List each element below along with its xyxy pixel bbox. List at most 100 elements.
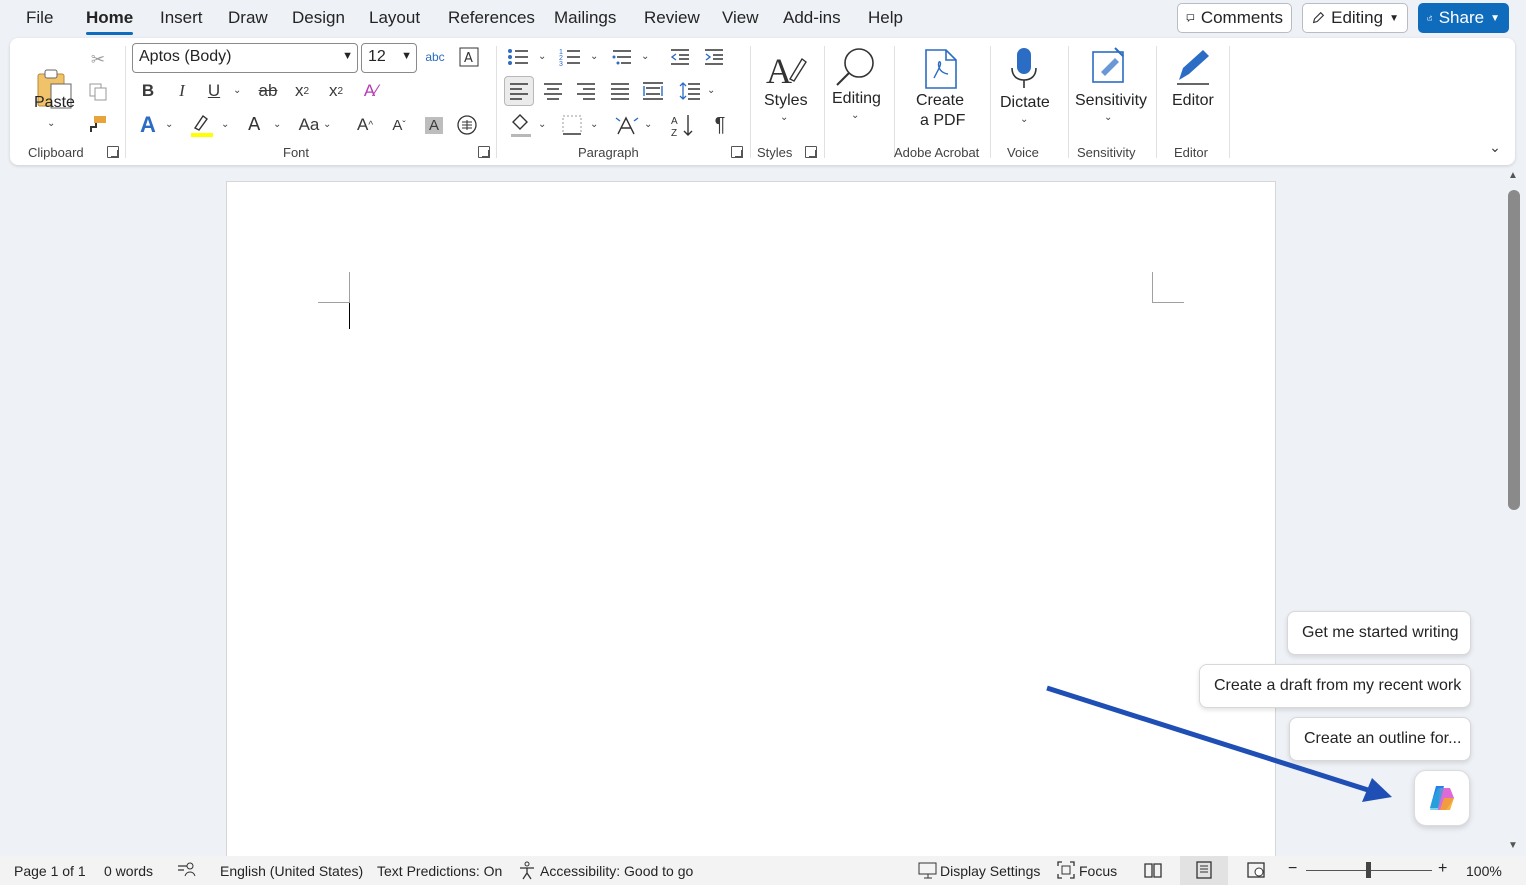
tab-insert[interactable]: Insert <box>160 8 203 28</box>
chevron-down-icon[interactable]: ⌄ <box>707 85 715 96</box>
underline-icon[interactable]: U <box>202 78 226 104</box>
find-magnifier-icon[interactable] <box>830 42 882 92</box>
language-status[interactable]: English (United States) <box>220 863 363 879</box>
chevron-down-icon[interactable]: ⌄ <box>1020 114 1028 125</box>
align-right-icon[interactable] <box>574 78 598 104</box>
chevron-down-icon[interactable]: ⌄ <box>323 119 331 130</box>
sensitivity-icon[interactable] <box>1086 44 1132 88</box>
font-name-combo[interactable]: Aptos (Body) ▼ <box>132 43 358 73</box>
grow-font-icon[interactable]: A ^ <box>352 112 378 138</box>
shrink-font-icon[interactable]: Aˇ <box>386 112 412 138</box>
tab-add-ins[interactable]: Add-ins <box>783 8 841 28</box>
chevron-down-icon[interactable]: ⌄ <box>165 119 173 130</box>
clipboard-launcher-icon[interactable] <box>107 146 119 158</box>
character-shading-icon[interactable]: A <box>422 112 446 138</box>
chevron-down-icon[interactable]: ⌄ <box>47 118 55 129</box>
bullets-icon[interactable] <box>506 44 530 70</box>
ribbon-collapse-chevron-icon[interactable]: ⌄ <box>1484 136 1506 158</box>
chevron-down-icon[interactable]: ⌄ <box>780 112 788 123</box>
enclose-characters-icon[interactable] <box>454 112 480 138</box>
chevron-down-icon[interactable]: ⌄ <box>538 119 546 130</box>
superscript-icon[interactable]: x2 <box>324 78 348 104</box>
cut-icon[interactable]: ✂ <box>86 48 110 72</box>
strikethrough-icon[interactable]: ab <box>254 78 282 104</box>
sort-icon[interactable]: AZ <box>670 112 696 138</box>
read-mode-icon[interactable] <box>1143 860 1163 880</box>
styles-launcher-icon[interactable] <box>805 146 817 158</box>
zoom-out-icon[interactable]: − <box>1288 860 1297 878</box>
create-pdf-icon[interactable] <box>918 46 964 92</box>
increase-indent-icon[interactable] <box>702 44 726 70</box>
decrease-indent-icon[interactable] <box>668 44 692 70</box>
multilevel-list-icon[interactable] <box>610 44 634 70</box>
chevron-down-icon[interactable]: ⌄ <box>590 119 598 130</box>
scroll-up-arrow-icon[interactable]: ▲ <box>1506 168 1520 182</box>
copy-icon[interactable] <box>86 80 110 104</box>
word-count[interactable]: 0 words <box>104 863 153 879</box>
tab-view[interactable]: View <box>722 8 759 28</box>
chevron-down-icon[interactable]: ⌄ <box>590 51 598 62</box>
editor-pen-icon[interactable] <box>1170 44 1216 88</box>
chevron-down-icon[interactable]: ⌄ <box>851 110 859 121</box>
tab-draw[interactable]: Draw <box>228 8 268 28</box>
proofing-icon[interactable] <box>176 860 196 880</box>
tab-review[interactable]: Review <box>644 8 700 28</box>
borders-icon[interactable] <box>560 112 584 138</box>
clear-formatting-box-icon[interactable]: A <box>456 44 482 70</box>
shading-icon[interactable] <box>508 110 534 140</box>
bold-icon[interactable]: B <box>136 78 160 104</box>
text-effects-icon[interactable]: A <box>134 112 162 138</box>
justify-icon[interactable] <box>608 78 632 104</box>
highlight-color-icon[interactable] <box>188 110 216 140</box>
editing-mode-button[interactable]: Editing ▼ <box>1302 3 1408 33</box>
tab-help[interactable]: Help <box>868 8 903 28</box>
italic-icon[interactable]: I <box>170 78 194 104</box>
comments-button[interactable]: Comments <box>1177 3 1292 33</box>
align-center-icon[interactable] <box>541 78 565 104</box>
tab-layout[interactable]: Layout <box>369 8 420 28</box>
chevron-down-icon[interactable]: ⌄ <box>221 119 229 130</box>
chevron-down-icon[interactable]: ⌄ <box>538 51 546 62</box>
share-button[interactable]: Share ▼ <box>1418 3 1509 33</box>
chevron-down-icon[interactable]: ⌄ <box>641 51 649 62</box>
tab-file[interactable]: File <box>26 8 53 28</box>
zoom-slider-thumb[interactable] <box>1366 862 1371 878</box>
paragraph-launcher-icon[interactable] <box>731 146 743 158</box>
accessibility-status[interactable]: Accessibility: Good to go <box>540 863 693 879</box>
chevron-down-icon[interactable]: ⌄ <box>233 85 241 96</box>
font-color-icon[interactable]: A <box>242 110 268 140</box>
tab-references[interactable]: References <box>448 8 535 28</box>
clear-all-formatting-icon[interactable]: A⁄ <box>358 78 384 104</box>
tab-home[interactable]: Home <box>86 8 134 35</box>
format-painter-icon[interactable] <box>86 112 110 136</box>
chevron-down-icon[interactable]: ⌄ <box>644 119 652 130</box>
zoom-in-icon[interactable]: + <box>1438 860 1447 878</box>
asian-layout-icon[interactable] <box>614 112 640 138</box>
web-layout-icon[interactable] <box>1246 860 1266 880</box>
font-size-combo[interactable]: 12 ▼ <box>361 43 417 73</box>
distributed-icon[interactable] <box>641 78 665 104</box>
line-spacing-icon[interactable] <box>678 78 702 104</box>
change-case-icon[interactable]: Aa <box>294 112 324 138</box>
tab-design[interactable]: Design <box>292 8 345 28</box>
editor-label[interactable]: Editor <box>1172 91 1214 111</box>
text-predictions-status[interactable]: Text Predictions: On <box>377 863 502 879</box>
scrollbar-thumb[interactable] <box>1508 190 1520 510</box>
change-case-abc-icon[interactable]: abc <box>422 44 448 70</box>
zoom-level[interactable]: 100% <box>1466 863 1502 879</box>
page-count[interactable]: Page 1 of 1 <box>14 863 86 879</box>
microphone-icon[interactable] <box>1006 44 1042 92</box>
sensitivity-label[interactable]: Sensitivity <box>1075 91 1147 111</box>
styles-icon[interactable]: A <box>758 44 814 94</box>
tab-mailings[interactable]: Mailings <box>554 8 616 28</box>
copilot-suggestion-get-started[interactable]: Get me started writing <box>1287 611 1471 655</box>
dictate-label[interactable]: Dictate <box>1000 93 1050 113</box>
focus-button[interactable]: Focus <box>1079 863 1117 879</box>
chevron-down-icon[interactable]: ⌄ <box>1104 112 1112 123</box>
font-launcher-icon[interactable] <box>478 146 490 158</box>
styles-label[interactable]: Styles <box>764 91 808 111</box>
chevron-down-icon[interactable]: ⌄ <box>273 119 281 130</box>
numbering-icon[interactable]: 123 <box>558 44 582 70</box>
editing-label[interactable]: Editing <box>832 89 881 109</box>
display-settings-button[interactable]: Display Settings <box>940 863 1040 879</box>
